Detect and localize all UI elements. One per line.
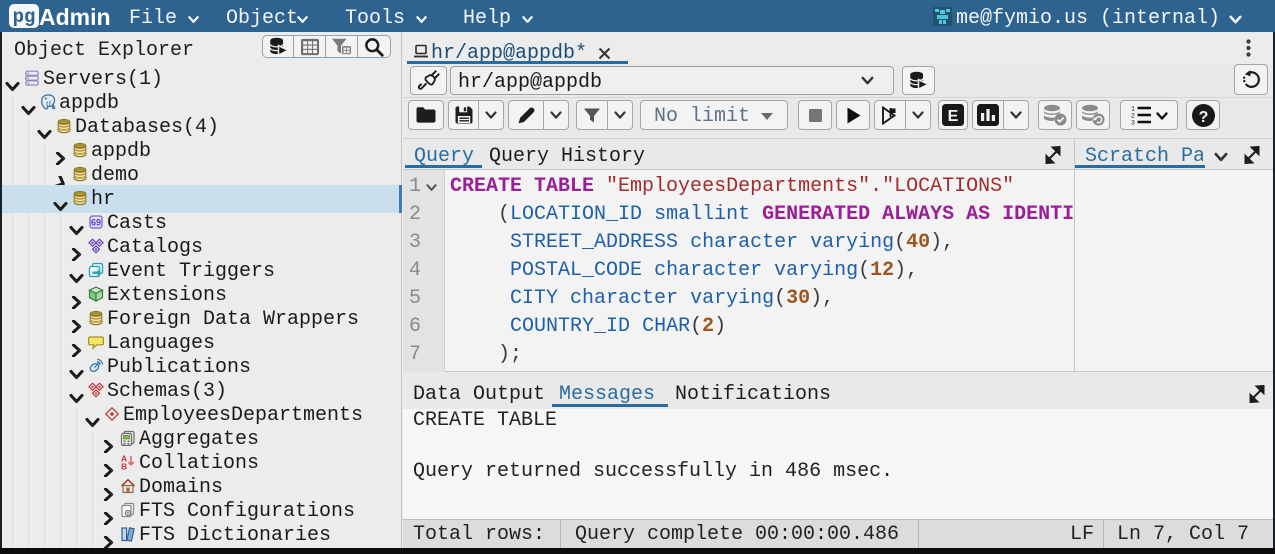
svg-text:2: 2 bbox=[1131, 112, 1135, 119]
svg-text:3: 3 bbox=[1131, 119, 1135, 126]
svg-text:B: B bbox=[121, 462, 127, 471]
svg-text:?: ? bbox=[1198, 109, 1208, 126]
svg-text:1: 1 bbox=[1131, 105, 1135, 112]
svg-text:69: 69 bbox=[91, 217, 101, 227]
svg-text:E: E bbox=[948, 108, 959, 125]
